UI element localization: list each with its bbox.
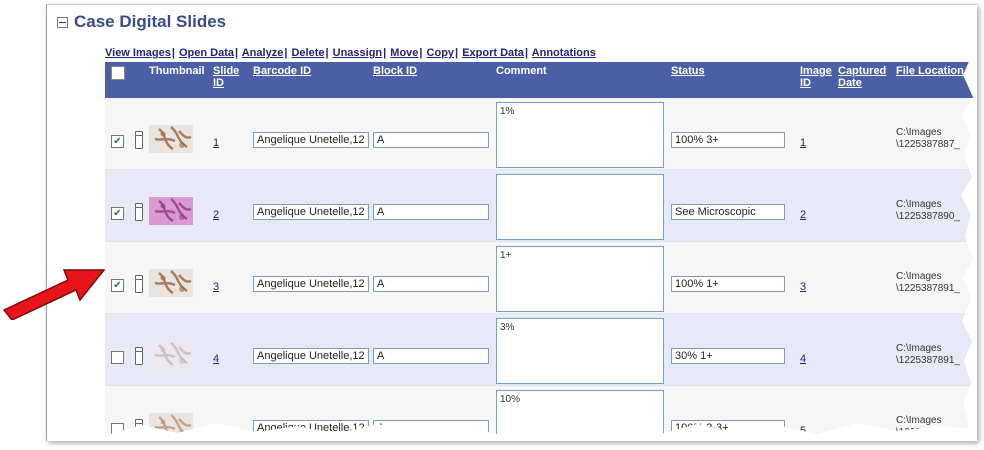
torn-edge-bottom bbox=[47, 423, 977, 441]
red-arrow-annotation bbox=[2, 269, 106, 320]
image-id-link[interactable]: 4 bbox=[800, 353, 806, 365]
row-select-checkbox[interactable]: ✔ bbox=[111, 279, 124, 292]
slide-id-link[interactable]: 2 bbox=[213, 209, 219, 221]
col-image-id[interactable]: Image ID bbox=[800, 65, 832, 89]
col-status[interactable]: Status bbox=[671, 65, 705, 77]
comment-textarea[interactable]: 1+ bbox=[496, 246, 664, 312]
table-body: ✔11%1C:\Images\1225387887_✔22C:\Images\1… bbox=[105, 98, 977, 441]
status-input[interactable] bbox=[671, 276, 785, 292]
slide-icon bbox=[135, 275, 143, 293]
delete-link[interactable]: Delete bbox=[291, 47, 324, 59]
barcode-input[interactable] bbox=[253, 132, 369, 148]
annotations-link[interactable]: Annotations bbox=[532, 47, 596, 59]
col-thumbnail: Thumbnail bbox=[149, 65, 205, 77]
comment-textarea[interactable] bbox=[496, 174, 664, 240]
select-all-checkbox[interactable] bbox=[111, 66, 125, 80]
status-input[interactable] bbox=[671, 204, 785, 220]
row-select-checkbox[interactable] bbox=[111, 351, 124, 364]
move-link[interactable]: Move bbox=[390, 47, 418, 59]
slide-id-link[interactable]: 4 bbox=[213, 353, 219, 365]
image-id-link[interactable]: 1 bbox=[800, 137, 806, 149]
block-input[interactable] bbox=[373, 348, 489, 364]
slide-icon bbox=[135, 131, 143, 149]
image-id-link[interactable]: 2 bbox=[800, 209, 806, 221]
block-input[interactable] bbox=[373, 204, 489, 220]
block-input[interactable] bbox=[373, 276, 489, 292]
comment-textarea[interactable]: 1% bbox=[496, 102, 664, 168]
slide-id-link[interactable]: 1 bbox=[213, 137, 219, 149]
slide-icon bbox=[135, 347, 143, 365]
row-select-checkbox[interactable]: ✔ bbox=[111, 207, 124, 220]
table-row: ✔31+3C:\Images\1225387891_ bbox=[105, 242, 977, 314]
collapse-icon[interactable] bbox=[57, 16, 68, 28]
table-row: 43%4C:\Images\1225387891_ bbox=[105, 314, 977, 386]
barcode-input[interactable] bbox=[253, 204, 369, 220]
row-select-checkbox[interactable]: ✔ bbox=[111, 135, 124, 148]
col-comment: Comment bbox=[496, 65, 547, 77]
slides-table: Thumbnail Slide ID Barcode ID Block ID Co… bbox=[105, 62, 977, 441]
block-input[interactable] bbox=[373, 132, 489, 148]
table-header: Thumbnail Slide ID Barcode ID Block ID Co… bbox=[105, 62, 977, 98]
slide-thumbnail[interactable] bbox=[149, 269, 193, 297]
slide-id-link[interactable]: 3 bbox=[213, 281, 219, 293]
action-bar: View Images| Open Data| Analyze| Delete|… bbox=[105, 47, 596, 59]
unassign-link[interactable]: Unassign bbox=[333, 47, 383, 59]
copy-link[interactable]: Copy bbox=[427, 47, 455, 59]
case-digital-slides-panel: Case Digital Slides View Images| Open Da… bbox=[46, 4, 977, 441]
view-images-link[interactable]: View Images bbox=[105, 47, 171, 59]
section-header[interactable]: Case Digital Slides bbox=[57, 11, 226, 33]
table-row: ✔22C:\Images\1225387890_ bbox=[105, 170, 977, 242]
col-block-id[interactable]: Block ID bbox=[373, 65, 417, 77]
barcode-input[interactable] bbox=[253, 276, 369, 292]
col-captured-date[interactable]: Captured Date bbox=[838, 65, 886, 89]
status-input[interactable] bbox=[671, 132, 785, 148]
open-data-link[interactable]: Open Data bbox=[179, 47, 234, 59]
slide-thumbnail[interactable] bbox=[149, 341, 193, 369]
status-input[interactable] bbox=[671, 348, 785, 364]
section-title: Case Digital Slides bbox=[74, 12, 227, 31]
col-slide-id[interactable]: Slide ID bbox=[213, 65, 239, 89]
slide-thumbnail[interactable] bbox=[149, 197, 193, 225]
col-barcode-id[interactable]: Barcode ID bbox=[253, 65, 311, 77]
slide-thumbnail[interactable] bbox=[149, 125, 193, 153]
comment-textarea[interactable]: 3% bbox=[496, 318, 664, 384]
table-row: ✔11%1C:\Images\1225387887_ bbox=[105, 98, 977, 170]
slide-icon bbox=[135, 203, 143, 221]
barcode-input[interactable] bbox=[253, 348, 369, 364]
image-id-link[interactable]: 3 bbox=[800, 281, 806, 293]
torn-edge-right bbox=[961, 5, 977, 441]
analyze-link[interactable]: Analyze bbox=[242, 47, 284, 59]
export-data-link[interactable]: Export Data bbox=[462, 47, 524, 59]
